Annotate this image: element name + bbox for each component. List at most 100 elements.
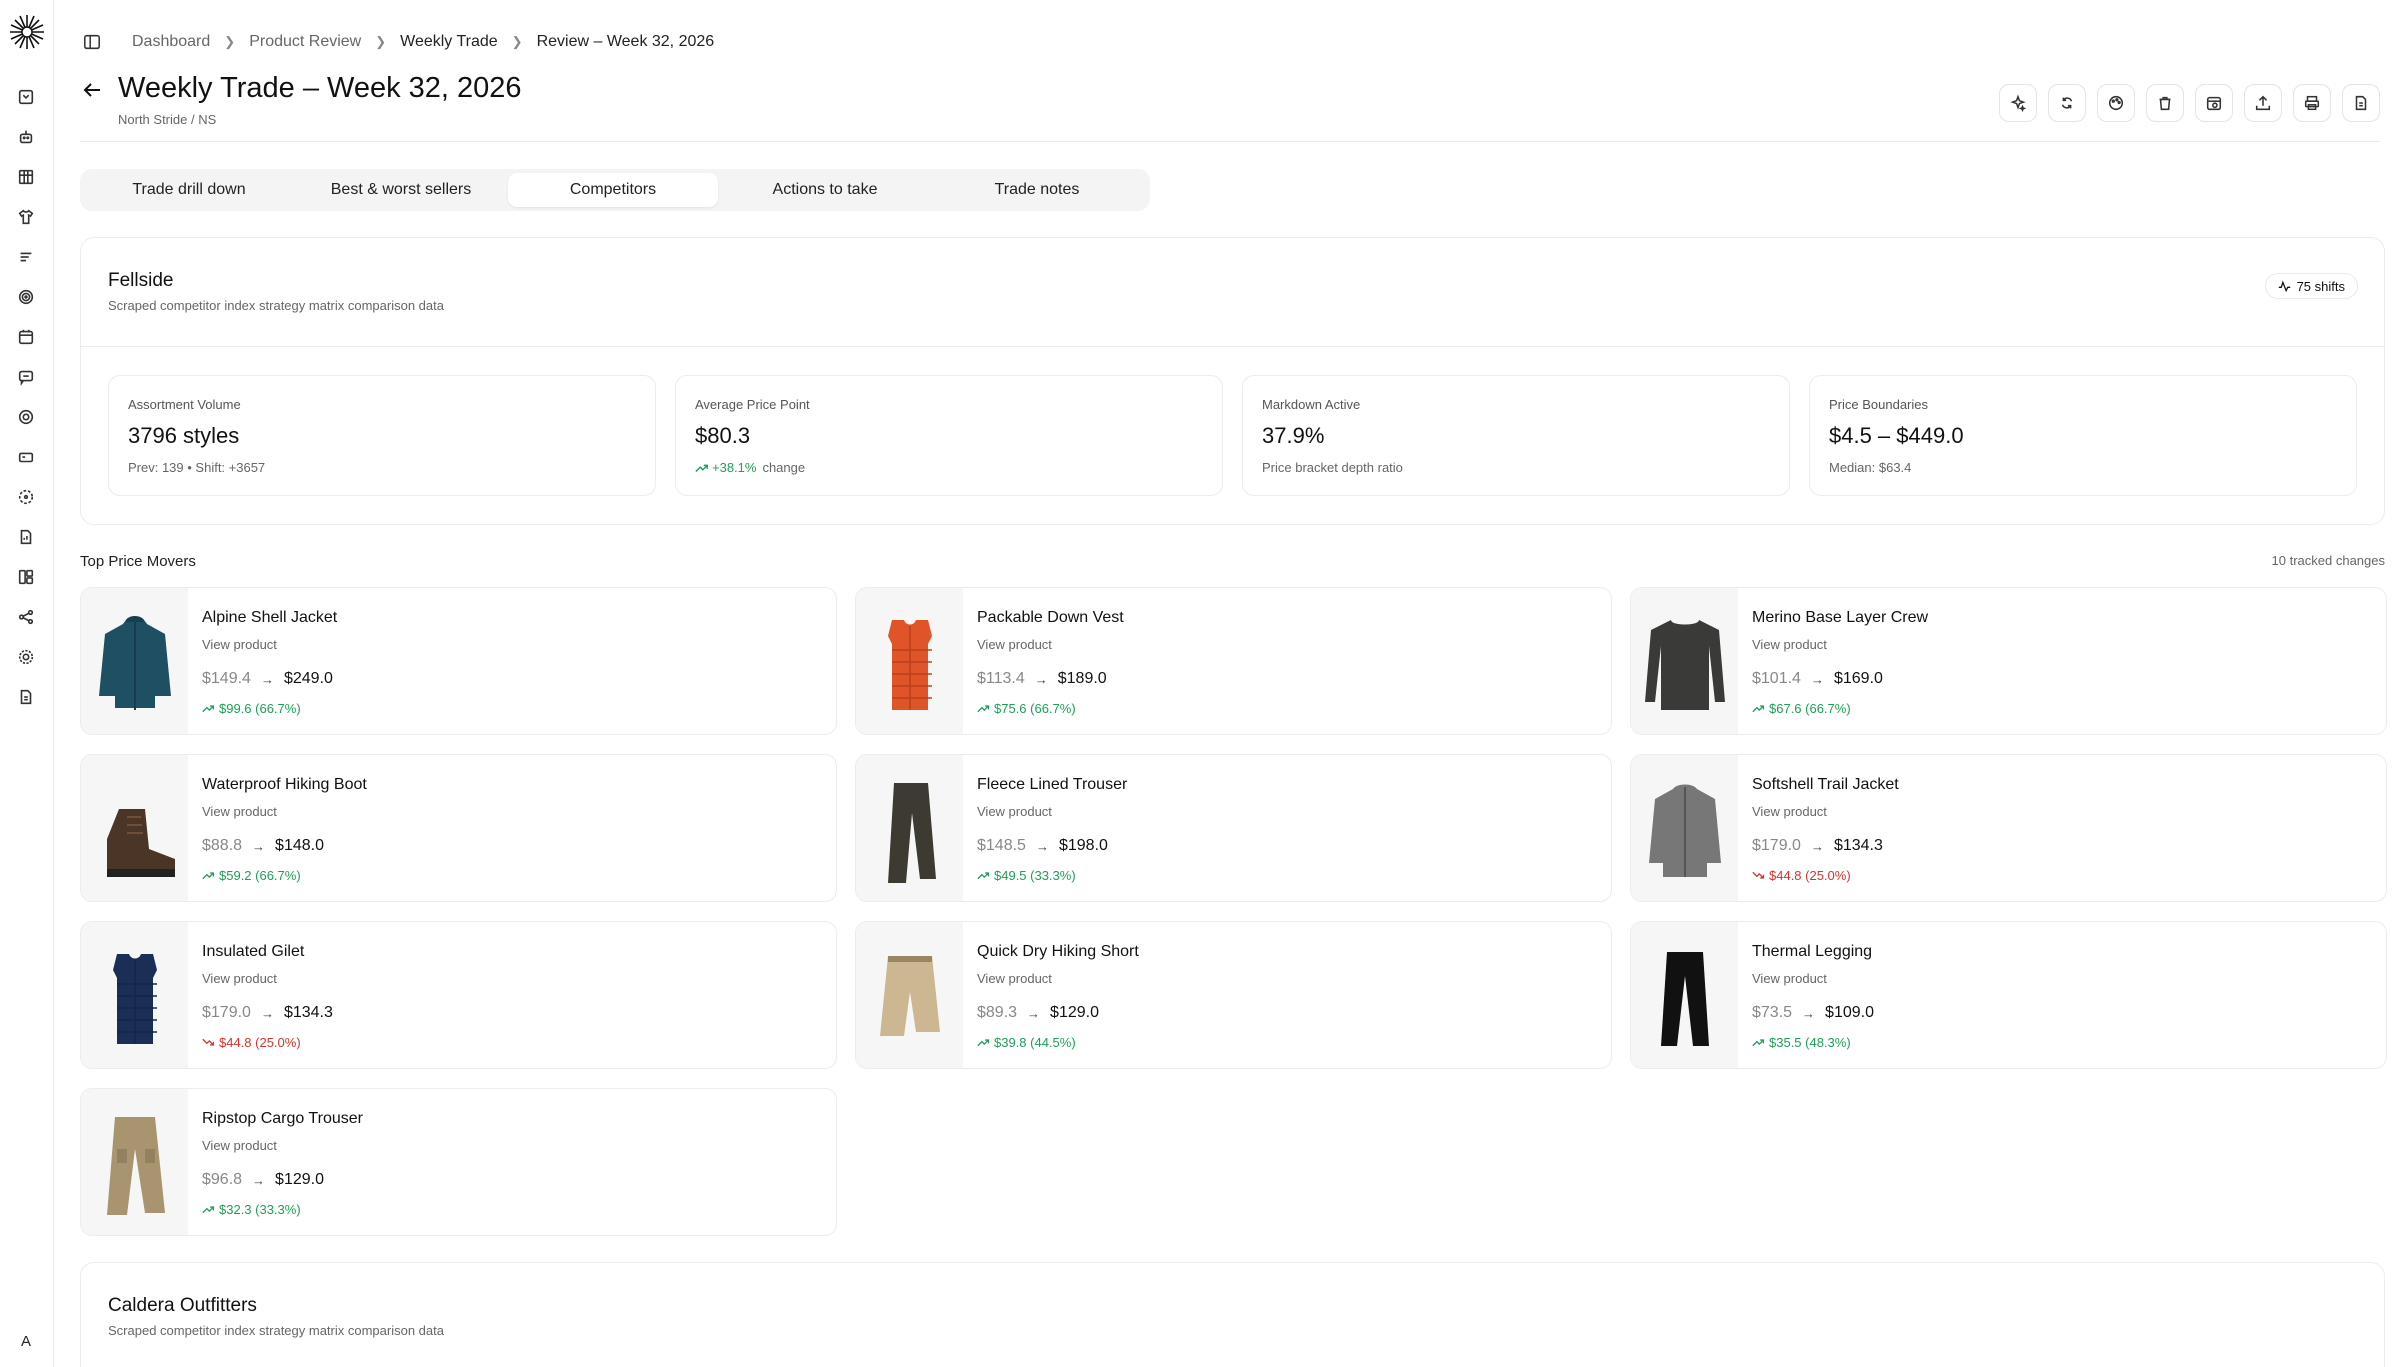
- arrow-right-icon: →: [252, 838, 266, 854]
- document-chart-icon[interactable]: [15, 526, 37, 548]
- product-name[interactable]: Ripstop Cargo Trouser: [202, 1110, 363, 1128]
- new-price: $134.3: [1833, 837, 1883, 854]
- old-price: $73.5: [1752, 1004, 1793, 1021]
- product-card[interactable]: Waterproof Hiking Boot View product $88.8 →…: [80, 754, 837, 902]
- trend-up-icon: [202, 1206, 215, 1214]
- product-image[interactable]: [856, 922, 963, 1068]
- back-arrow-icon[interactable]: [80, 78, 104, 102]
- price-change-row: $73.5 → $109.0: [1752, 1004, 1874, 1022]
- shifts-badge[interactable]: 75 shifts: [2264, 273, 2358, 299]
- share-icon[interactable]: [15, 606, 37, 628]
- competitor-description: Scraped competitor index strategy matrix…: [108, 1323, 444, 1338]
- metric-card-price-boundaries: Price Boundaries $4.5 – $449.0 Median: $…: [1809, 375, 2357, 496]
- price-delta: $35.5 (48.3%): [1752, 1035, 1851, 1050]
- robot-icon[interactable]: [15, 126, 37, 148]
- competitor-card: Fellside Scraped competitor index strate…: [80, 237, 2385, 525]
- card-icon[interactable]: [15, 446, 37, 468]
- trend-up-icon: [202, 872, 215, 880]
- target-icon[interactable]: [15, 286, 37, 308]
- schedule-button[interactable]: [2195, 84, 2233, 122]
- new-price: $129.0: [1050, 1004, 1099, 1021]
- product-card[interactable]: Quick Dry Hiking Short View product $89.3 →…: [855, 921, 1612, 1069]
- dashed-circle-icon[interactable]: [15, 486, 37, 508]
- product-card[interactable]: Alpine Shell Jacket View product $149.4 → $2…: [80, 587, 837, 735]
- old-price: $113.4: [977, 670, 1025, 687]
- sidebar-toggle-icon[interactable]: [82, 32, 102, 52]
- left-rail: A: [0, 0, 54, 1367]
- trend-up-icon: [1752, 705, 1765, 713]
- competitor-name: Caldera Outfitters: [108, 1295, 257, 1316]
- product-name[interactable]: Waterproof Hiking Boot: [202, 776, 367, 794]
- breadcrumb-weekly-trade[interactable]: Weekly Trade: [400, 33, 498, 51]
- tab-best-worst-sellers[interactable]: Best & worst sellers: [296, 173, 506, 207]
- view-product-link[interactable]: View product: [1752, 971, 1827, 986]
- calendar-icon[interactable]: [15, 326, 37, 348]
- boot-brown-icon: [106, 809, 175, 877]
- product-name[interactable]: Fleece Lined Trouser: [977, 776, 1127, 794]
- product-card[interactable]: Packable Down Vest View product $113.4 → $18…: [855, 587, 1612, 735]
- view-product-link[interactable]: View product: [977, 804, 1052, 819]
- print-button[interactable]: [2293, 84, 2331, 122]
- tab-trade-drill-down[interactable]: Trade drill down: [84, 173, 294, 207]
- view-product-link[interactable]: View product: [202, 637, 277, 652]
- tab-competitors[interactable]: Competitors: [508, 173, 718, 207]
- product-image[interactable]: [856, 588, 963, 734]
- arrow-right-icon: →: [260, 671, 274, 687]
- product-image[interactable]: [81, 1089, 188, 1235]
- product-image[interactable]: [1631, 588, 1738, 734]
- product-card[interactable]: Thermal Legging View product $73.5 → $109.0 $…: [1630, 921, 2387, 1069]
- product-name[interactable]: Softshell Trail Jacket: [1752, 776, 1899, 794]
- product-name[interactable]: Thermal Legging: [1752, 943, 1872, 961]
- view-product-link[interactable]: View product: [1752, 637, 1827, 652]
- product-image[interactable]: [81, 755, 188, 901]
- product-card[interactable]: Insulated Gilet View product $179.0 → $134.3…: [80, 921, 837, 1069]
- refresh-button[interactable]: [2048, 84, 2086, 122]
- view-product-link[interactable]: View product: [202, 804, 277, 819]
- export-button[interactable]: [2244, 84, 2282, 122]
- layout-icon[interactable]: [15, 566, 37, 588]
- product-image[interactable]: [1631, 755, 1738, 901]
- activity-icon: [2278, 280, 2290, 292]
- breadcrumb-dashboard[interactable]: Dashboard: [132, 33, 210, 51]
- product-name[interactable]: Quick Dry Hiking Short: [977, 943, 1139, 961]
- radar-icon[interactable]: [15, 406, 37, 428]
- old-price: $148.5: [977, 837, 1026, 854]
- product-name[interactable]: Alpine Shell Jacket: [202, 609, 337, 627]
- sparkle-ai-button[interactable]: [1999, 84, 2037, 122]
- product-image[interactable]: [81, 922, 188, 1068]
- arrow-right-icon: →: [1802, 1005, 1816, 1021]
- breadcrumb-product-review[interactable]: Product Review: [249, 33, 361, 51]
- product-card[interactable]: Ripstop Cargo Trouser View product $96.8 → $…: [80, 1088, 837, 1236]
- view-product-link[interactable]: View product: [1752, 804, 1827, 819]
- palette-button[interactable]: [2097, 84, 2135, 122]
- product-card[interactable]: Softshell Trail Jacket View product $179.0…: [1630, 754, 2387, 902]
- price-delta: $32.3 (33.3%): [202, 1202, 301, 1217]
- document-button[interactable]: [2342, 84, 2380, 122]
- tab-trade-notes[interactable]: Trade notes: [932, 173, 1142, 207]
- brand-logo-icon[interactable]: [8, 13, 46, 51]
- product-name[interactable]: Merino Base Layer Crew: [1752, 609, 1928, 627]
- user-avatar[interactable]: A: [11, 1326, 41, 1356]
- list-icon[interactable]: [15, 246, 37, 268]
- product-image[interactable]: [81, 588, 188, 734]
- inbox-icon[interactable]: [15, 86, 37, 108]
- product-card[interactable]: Fleece Lined Trouser View product $148.5 → $…: [855, 754, 1612, 902]
- new-price: $249.0: [283, 670, 333, 687]
- metric-label: Price Boundaries: [1829, 397, 1928, 412]
- delete-button[interactable]: [2146, 84, 2184, 122]
- view-product-link[interactable]: View product: [977, 637, 1052, 652]
- product-card[interactable]: Merino Base Layer Crew View product $101.4…: [1630, 587, 2387, 735]
- settings-icon[interactable]: [15, 646, 37, 668]
- report-icon[interactable]: [15, 686, 37, 708]
- product-image[interactable]: [856, 755, 963, 901]
- product-name[interactable]: Insulated Gilet: [202, 943, 304, 961]
- product-name[interactable]: Packable Down Vest: [977, 609, 1124, 627]
- product-image[interactable]: [1631, 922, 1738, 1068]
- view-product-link[interactable]: View product: [202, 971, 277, 986]
- grid-icon[interactable]: [15, 166, 37, 188]
- view-product-link[interactable]: View product: [977, 971, 1052, 986]
- chat-icon[interactable]: [15, 366, 37, 388]
- view-product-link[interactable]: View product: [202, 1138, 277, 1153]
- tab-actions-to-take[interactable]: Actions to take: [720, 173, 930, 207]
- shirt-icon[interactable]: [15, 206, 37, 228]
